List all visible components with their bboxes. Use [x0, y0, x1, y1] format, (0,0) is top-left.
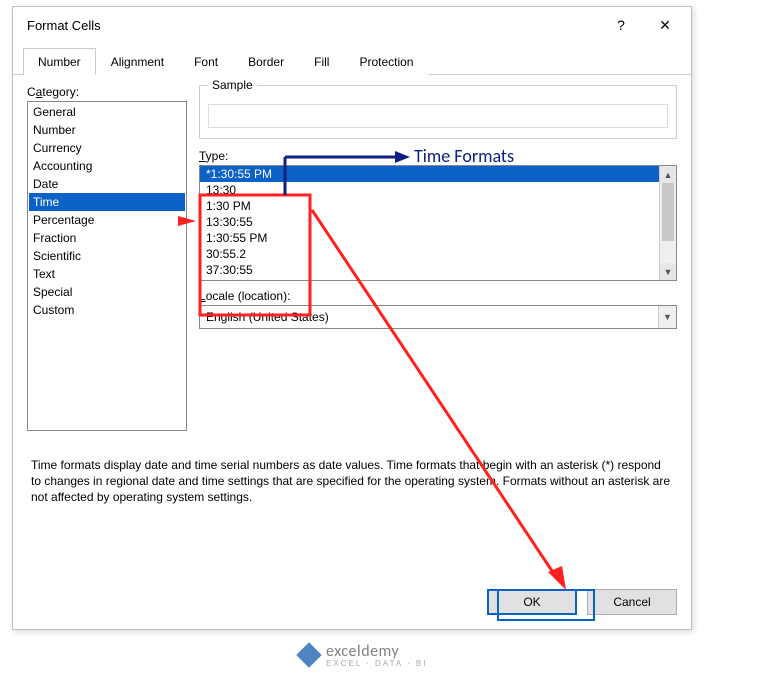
type-item[interactable]: 37:30:55 [200, 262, 659, 278]
help-button[interactable]: ? [599, 8, 643, 42]
chevron-down-icon[interactable]: ▼ [658, 306, 676, 328]
scroll-up-icon[interactable]: ▲ [660, 166, 676, 183]
category-item[interactable]: Special [29, 283, 185, 301]
scroll-down-icon[interactable]: ▼ [660, 263, 676, 280]
type-item[interactable]: 13:30 [200, 182, 659, 198]
brand-tagline: EXCEL · DATA · BI [326, 659, 427, 668]
category-item[interactable]: Date [29, 175, 185, 193]
brand-icon [296, 642, 321, 667]
cancel-button[interactable]: Cancel [587, 589, 677, 615]
type-item[interactable]: 1:30:55 PM [200, 230, 659, 246]
category-item[interactable]: Number [29, 121, 185, 139]
category-item[interactable]: Custom [29, 301, 185, 319]
sample-preview [208, 104, 668, 128]
type-scrollbar[interactable]: ▲ ▼ [659, 166, 676, 280]
scroll-thumb[interactable] [662, 183, 674, 241]
category-item[interactable]: Scientific [29, 247, 185, 265]
locale-value: English (United States) [206, 310, 658, 324]
branding: exceldemy EXCEL · DATA · BI [300, 642, 427, 668]
tab-alignment[interactable]: Alignment [96, 48, 179, 75]
titlebar: Format Cells ? ✕ [13, 7, 691, 43]
tab-fill[interactable]: Fill [299, 48, 344, 75]
category-item-selected[interactable]: Time [29, 193, 185, 211]
category-label: Category: [27, 85, 187, 99]
dialog-body: Category: General Number Currency Accoun… [13, 75, 691, 519]
annotation-label: Time Formats [414, 145, 514, 167]
sample-legend: Sample [208, 78, 257, 92]
type-item[interactable]: 13:30:55 [200, 214, 659, 230]
tab-border[interactable]: Border [233, 48, 299, 75]
category-item[interactable]: Accounting [29, 157, 185, 175]
type-item[interactable]: 1:30 PM [200, 198, 659, 214]
locale-label: Locale (location): [199, 289, 677, 303]
close-button[interactable]: ✕ [643, 8, 687, 42]
locale-combobox[interactable]: English (United States) ▼ [199, 305, 677, 329]
format-cells-dialog: Format Cells ? ✕ Number Alignment Font B… [12, 6, 692, 630]
dialog-title: Format Cells [27, 18, 599, 33]
sample-group: Sample [199, 85, 677, 139]
tab-protection[interactable]: Protection [344, 48, 428, 75]
format-description: Time formats display date and time seria… [27, 457, 677, 505]
category-listbox[interactable]: General Number Currency Accounting Date … [27, 101, 187, 431]
dialog-buttons: OK Cancel [487, 589, 677, 615]
type-listbox[interactable]: *1:30:55 PM 13:30 1:30 PM 13:30:55 1:30:… [199, 165, 677, 281]
category-item[interactable]: Currency [29, 139, 185, 157]
type-item[interactable]: 30:55.2 [200, 246, 659, 262]
category-item[interactable]: Percentage [29, 211, 185, 229]
tab-number[interactable]: Number [23, 48, 96, 75]
category-item[interactable]: Text [29, 265, 185, 283]
ok-button[interactable]: OK [487, 589, 577, 615]
tab-strip: Number Alignment Font Border Fill Protec… [13, 43, 691, 75]
type-item-selected[interactable]: *1:30:55 PM [200, 166, 659, 182]
tab-font[interactable]: Font [179, 48, 233, 75]
category-item[interactable]: General [29, 103, 185, 121]
category-item[interactable]: Fraction [29, 229, 185, 247]
